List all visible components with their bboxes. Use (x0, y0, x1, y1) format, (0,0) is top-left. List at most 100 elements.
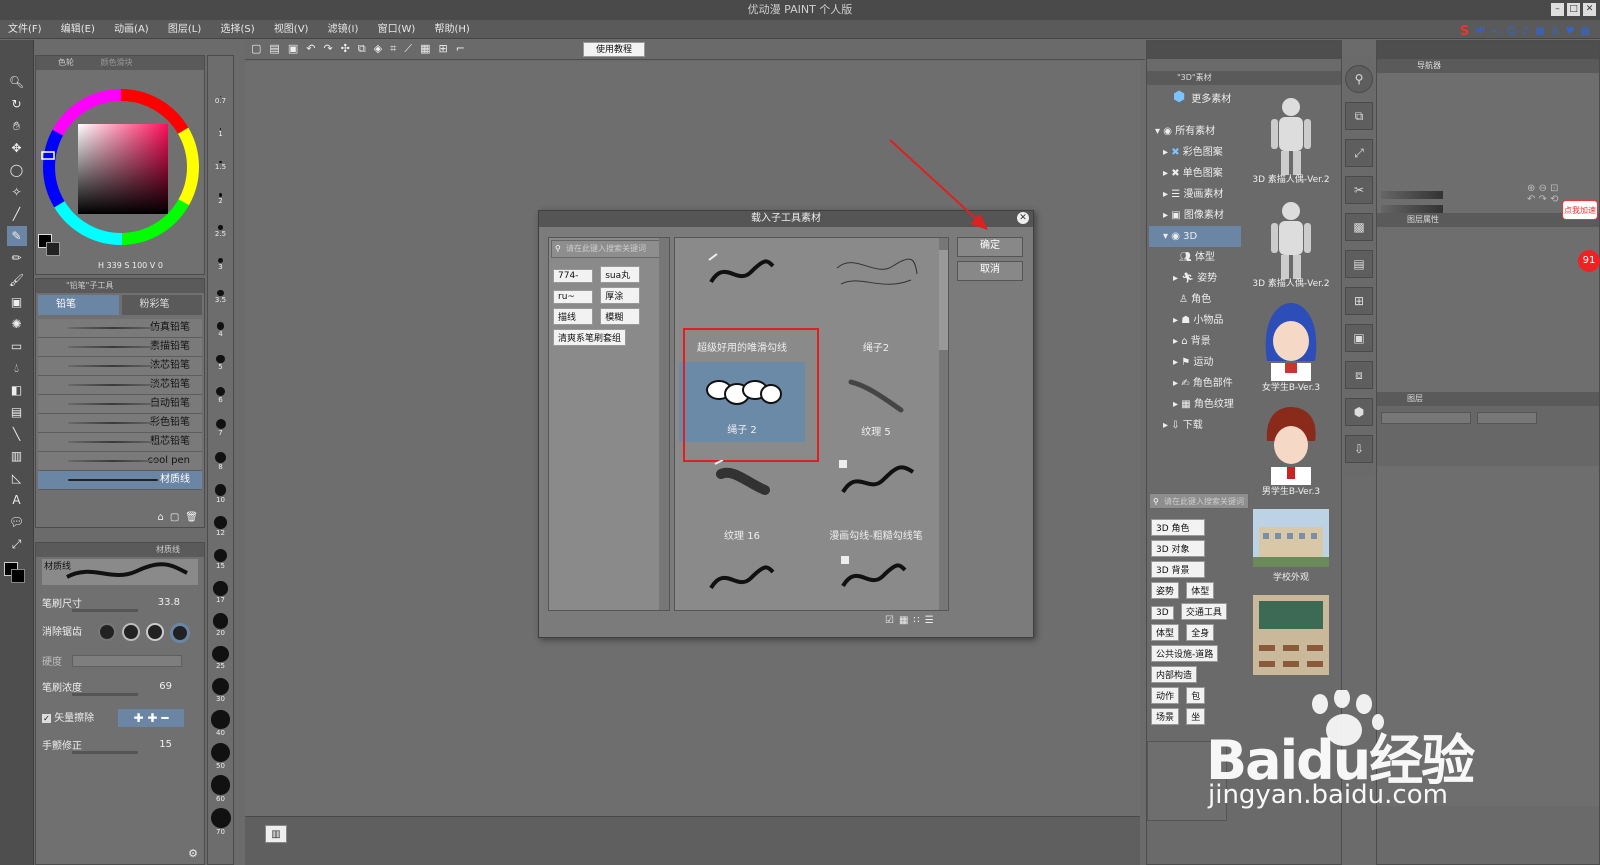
brush-size-preset[interactable]: 70 (208, 806, 233, 839)
material-tag[interactable]: 全身 (1186, 624, 1215, 641)
brush-size-preset[interactable]: 7 (208, 412, 233, 445)
navigator-tab[interactable]: 导航器 (1377, 59, 1599, 73)
material-tag[interactable]: 3D 背景 (1151, 561, 1205, 578)
crop-icon[interactable]: ⌗ (390, 42, 396, 56)
dialog-tag[interactable]: 清爽系笔刷套组 (553, 329, 627, 346)
delete-subtool-icon[interactable]: 🗑︎ (185, 512, 198, 523)
ime-mic-icon[interactable]: ♪ (1523, 22, 1529, 41)
tree-item[interactable]: ▸ ⌂ 背景 (1149, 331, 1241, 352)
menu-help[interactable]: 帮助(H) (427, 20, 478, 39)
tree-item[interactable]: ▸ ▣ 图像素材 (1149, 205, 1241, 226)
menu-window[interactable]: 窗口(W) (370, 20, 424, 39)
fill-tool-icon[interactable]: ◧ (7, 380, 27, 400)
brush-size-preset[interactable]: 6 (208, 379, 233, 412)
density-value[interactable]: 69 (159, 681, 172, 692)
brush-item[interactable]: 浓芯铅笔 (38, 357, 202, 376)
tree-item[interactable]: ▸ ✖ 单色图案 (1149, 163, 1241, 184)
view-small-icon[interactable]: ∷ (913, 615, 919, 626)
tree-item[interactable]: ▾ ◉ 所有素材 (1149, 121, 1241, 142)
ime-emoji-icon[interactable]: ☺ (1506, 22, 1516, 41)
redo-icon[interactable]: ↷ (323, 42, 332, 56)
antialias-weak[interactable] (122, 623, 140, 641)
brush-size-preset[interactable]: 2.5 (208, 215, 233, 248)
line-tool-icon[interactable]: ╲ (7, 424, 27, 444)
material-tag[interactable]: 内部构造 (1151, 666, 1198, 683)
brush-item-selected[interactable]: 材质线 (38, 471, 202, 490)
transform-icon[interactable]: ⧉ (358, 42, 366, 56)
material-tag[interactable]: 包 (1186, 687, 1206, 704)
dialog-tag[interactable]: 厚涂 (600, 287, 641, 304)
dialog-close-button[interactable]: ✕ (1017, 212, 1029, 224)
brush-size-preset[interactable]: 40 (208, 707, 233, 740)
tag-pane-scrollbar[interactable] (659, 238, 669, 610)
search-material-icon[interactable]: ⚲ (1345, 65, 1373, 93)
ime-grid-icon[interactable]: ▩ (1581, 22, 1590, 41)
brush-size-preset[interactable]: 17 (208, 576, 233, 609)
main-color-swatch[interactable] (4, 562, 26, 584)
ime-punct-icon[interactable]: •, (1491, 22, 1500, 41)
menu-view[interactable]: 视图(V) (266, 20, 317, 39)
paste-material-icon[interactable]: ⧉ (1345, 102, 1373, 130)
image-material-icon[interactable]: ⊞ (1345, 287, 1373, 315)
rotate-tool-icon[interactable]: ↻ (7, 94, 27, 114)
ime-skin-icon[interactable]: ♥ (1566, 22, 1575, 41)
magic-wand-icon[interactable]: ✧ (7, 182, 27, 202)
dialog-tag[interactable]: 774- (553, 269, 593, 283)
material-thumb[interactable]: 3D 素描人偶-Ver.2 (1251, 91, 1331, 195)
lasso-tool-icon[interactable]: ◯ (7, 160, 27, 180)
vector-erase-checkbox[interactable]: ✓ (42, 714, 51, 723)
blend-tool-icon[interactable]: 💧︎ (7, 358, 27, 378)
brush-size-preset[interactable]: 1 (208, 117, 233, 150)
tree-item[interactable]: ▸ 🏃︎ 姿势 (1149, 268, 1241, 289)
brush-size-preset[interactable]: 12 (208, 510, 233, 543)
dialog-search-input[interactable]: ⚲ 请在此键入搜索关键词 (551, 240, 667, 258)
material-tag[interactable]: 体型 (1186, 582, 1215, 599)
density-slider[interactable] (72, 693, 138, 696)
brush-size-preset[interactable]: 3 (208, 248, 233, 281)
brush-item[interactable]: cool pen (38, 452, 202, 471)
eyedropper-icon[interactable]: ╱ (7, 204, 27, 224)
brush-size-preset[interactable]: 3.5 (208, 281, 233, 314)
dialog-tag[interactable]: 模糊 (600, 308, 641, 325)
menu-file[interactable]: 文件(F) (0, 20, 50, 39)
text-tool-icon[interactable]: A (7, 490, 27, 510)
eraser-icon[interactable]: ▭ (7, 336, 27, 356)
brush-size-preset[interactable]: 2 (208, 182, 233, 215)
brush-tool-icon[interactable]: 🖌︎ (7, 270, 27, 290)
tree-item[interactable]: ▸ ✍ 角色部件 (1149, 373, 1241, 394)
fill-icon[interactable]: ◈ (374, 42, 382, 56)
tree-item[interactable]: ▸ ☗ 小物品 (1149, 310, 1241, 331)
menu-animation[interactable]: 动画(A) (106, 20, 157, 39)
brush-item[interactable]: 彩色铅笔 (38, 414, 202, 433)
zoom-tool-icon[interactable]: 🔍︎ (7, 72, 27, 92)
minimize-button[interactable]: – (1551, 3, 1564, 16)
brush-size-slider[interactable] (72, 609, 138, 612)
pencil-tool-icon[interactable]: ✏︎ (7, 248, 27, 268)
snap-icon[interactable]: ⌐ (456, 42, 465, 56)
material-tag[interactable]: 体型 (1151, 624, 1180, 641)
material-tag[interactable]: 姿势 (1151, 582, 1180, 599)
brush-item[interactable]: 淡芯铅笔 (38, 376, 202, 395)
ime-lang-icon[interactable]: 中 (1475, 22, 1485, 41)
airbrush-icon[interactable]: ✺ (7, 314, 27, 334)
brush-size-preset[interactable]: 0.7 (208, 84, 233, 117)
navigator-zoom-slider[interactable] (1381, 191, 1443, 199)
tree-item-selected[interactable]: ▾ ◉ 3D (1149, 226, 1241, 247)
antialias-medium[interactable] (146, 623, 164, 641)
sogou-icon[interactable]: S (1460, 22, 1469, 41)
material-tag[interactable]: 动作 (1151, 687, 1180, 704)
brush-size-preset[interactable]: 15 (208, 543, 233, 576)
ime-keyboard-icon[interactable]: ▦ (1535, 22, 1544, 41)
figure-material-icon[interactable]: ⬢ (1345, 398, 1373, 426)
ime-user-icon[interactable]: ♙ (1551, 22, 1560, 41)
material-item[interactable] (677, 550, 807, 610)
navigator-rotate-slider[interactable] (1381, 205, 1443, 213)
new-subtool-icon[interactable]: ▢ (170, 512, 179, 523)
maximize-button[interactable]: □ (1567, 3, 1580, 16)
brush-item[interactable]: 仿真铅笔 (38, 319, 202, 338)
speedup-counter[interactable]: 91 (1578, 250, 1600, 272)
stabilizer-slider[interactable] (72, 751, 138, 754)
material-thumb[interactable]: 3D 素描人偶-Ver.2 (1251, 195, 1331, 299)
brush-size-preset[interactable]: 1.5 (208, 150, 233, 183)
clear-icon[interactable]: ✣ (341, 42, 350, 56)
